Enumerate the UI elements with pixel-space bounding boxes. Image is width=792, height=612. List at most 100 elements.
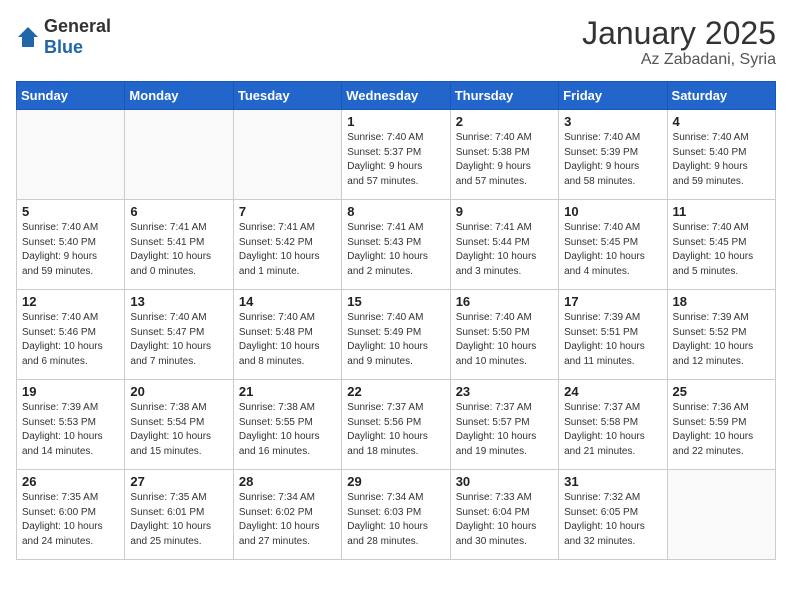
- week-row: 1Sunrise: 7:40 AM Sunset: 5:37 PM Daylig…: [17, 110, 776, 200]
- calendar-cell: 5 Sunrise: 7:40 AM Sunset: 5:40 PM Daylig…: [17, 200, 125, 290]
- day-info: Sunrise: 7:40 AM Sunset: 5:46 PM Dayligh…: [22, 311, 119, 369]
- day-of-week-header: Monday: [125, 82, 233, 110]
- calendar-table: SundayMondayTuesdayWednesdayThursdayFrid…: [16, 81, 776, 560]
- day-number: 13: [130, 294, 227, 309]
- day-number: 22: [347, 384, 444, 399]
- day-number: 7: [239, 204, 336, 219]
- day-info: Sunrise: 7:35 AM Sunset: 6:00 PM Dayligh…: [22, 491, 119, 549]
- day-of-week-header: Wednesday: [342, 82, 450, 110]
- calendar-cell: 26 Sunrise: 7:35 AM Sunset: 6:00 PM Dayli…: [17, 470, 125, 560]
- day-number: 2: [456, 114, 553, 129]
- day-number: 10: [564, 204, 661, 219]
- day-info: Sunrise: 7:32 AM Sunset: 6:05 PM Dayligh…: [564, 491, 661, 549]
- day-info: Sunrise: 7:37 AM Sunset: 5:57 PM Dayligh…: [456, 401, 553, 459]
- logo-icon: [16, 25, 40, 49]
- calendar-cell: 14 Sunrise: 7:40 AM Sunset: 5:48 PM Dayli…: [233, 290, 341, 380]
- day-number: 6: [130, 204, 227, 219]
- calendar-cell: 7 Sunrise: 7:41 AM Sunset: 5:42 PM Daylig…: [233, 200, 341, 290]
- day-info: Sunrise: 7:40 AM Sunset: 5:37 PM Dayligh…: [347, 131, 444, 189]
- logo-blue: Blue: [44, 37, 83, 57]
- calendar-cell: [233, 110, 341, 200]
- day-of-week-header: Saturday: [667, 82, 775, 110]
- day-number: 4: [673, 114, 770, 129]
- day-number: 18: [673, 294, 770, 309]
- day-number: 28: [239, 474, 336, 489]
- calendar-cell: 29 Sunrise: 7:34 AM Sunset: 6:03 PM Dayli…: [342, 470, 450, 560]
- calendar-cell: 9 Sunrise: 7:41 AM Sunset: 5:44 PM Daylig…: [450, 200, 558, 290]
- day-number: 19: [22, 384, 119, 399]
- week-row: 5 Sunrise: 7:40 AM Sunset: 5:40 PM Daylig…: [17, 200, 776, 290]
- calendar-cell: 18 Sunrise: 7:39 AM Sunset: 5:52 PM Dayli…: [667, 290, 775, 380]
- day-info: Sunrise: 7:40 AM Sunset: 5:40 PM Dayligh…: [22, 221, 119, 279]
- calendar-title: January 2025: [582, 16, 776, 51]
- calendar-cell: 6 Sunrise: 7:41 AM Sunset: 5:41 PM Daylig…: [125, 200, 233, 290]
- day-number: 27: [130, 474, 227, 489]
- day-number: 31: [564, 474, 661, 489]
- day-number: 26: [22, 474, 119, 489]
- day-info: Sunrise: 7:34 AM Sunset: 6:02 PM Dayligh…: [239, 491, 336, 549]
- day-info: Sunrise: 7:36 AM Sunset: 5:59 PM Dayligh…: [673, 401, 770, 459]
- week-row: 12Sunrise: 7:40 AM Sunset: 5:46 PM Dayli…: [17, 290, 776, 380]
- day-info: Sunrise: 7:40 AM Sunset: 5:50 PM Dayligh…: [456, 311, 553, 369]
- day-info: Sunrise: 7:41 AM Sunset: 5:41 PM Dayligh…: [130, 221, 227, 279]
- calendar-cell: 31 Sunrise: 7:32 AM Sunset: 6:05 PM Dayli…: [559, 470, 667, 560]
- calendar-cell: 3Sunrise: 7:40 AM Sunset: 5:39 PM Daylig…: [559, 110, 667, 200]
- day-info: Sunrise: 7:37 AM Sunset: 5:58 PM Dayligh…: [564, 401, 661, 459]
- day-of-week-header: Thursday: [450, 82, 558, 110]
- day-number: 25: [673, 384, 770, 399]
- day-info: Sunrise: 7:40 AM Sunset: 5:40 PM Dayligh…: [673, 131, 770, 189]
- calendar-cell: 20 Sunrise: 7:38 AM Sunset: 5:54 PM Dayli…: [125, 380, 233, 470]
- title-section: January 2025 Az Zabadani, Syria: [582, 16, 776, 69]
- calendar-cell: 12Sunrise: 7:40 AM Sunset: 5:46 PM Dayli…: [17, 290, 125, 380]
- day-info: Sunrise: 7:40 AM Sunset: 5:38 PM Dayligh…: [456, 131, 553, 189]
- day-number: 29: [347, 474, 444, 489]
- day-of-week-header: Friday: [559, 82, 667, 110]
- day-info: Sunrise: 7:41 AM Sunset: 5:42 PM Dayligh…: [239, 221, 336, 279]
- day-number: 21: [239, 384, 336, 399]
- day-number: 5: [22, 204, 119, 219]
- calendar-cell: 2 Sunrise: 7:40 AM Sunset: 5:38 PM Daylig…: [450, 110, 558, 200]
- day-number: 20: [130, 384, 227, 399]
- day-info: Sunrise: 7:39 AM Sunset: 5:51 PM Dayligh…: [564, 311, 661, 369]
- days-of-week-row: SundayMondayTuesdayWednesdayThursdayFrid…: [17, 82, 776, 110]
- day-info: Sunrise: 7:33 AM Sunset: 6:04 PM Dayligh…: [456, 491, 553, 549]
- calendar-cell: 13Sunrise: 7:40 AM Sunset: 5:47 PM Dayli…: [125, 290, 233, 380]
- day-info: Sunrise: 7:38 AM Sunset: 5:54 PM Dayligh…: [130, 401, 227, 459]
- calendar-cell: 4 Sunrise: 7:40 AM Sunset: 5:40 PM Daylig…: [667, 110, 775, 200]
- calendar-body: 1Sunrise: 7:40 AM Sunset: 5:37 PM Daylig…: [17, 110, 776, 560]
- day-info: Sunrise: 7:40 AM Sunset: 5:45 PM Dayligh…: [564, 221, 661, 279]
- day-number: 14: [239, 294, 336, 309]
- calendar-cell: 1Sunrise: 7:40 AM Sunset: 5:37 PM Daylig…: [342, 110, 450, 200]
- day-info: Sunrise: 7:41 AM Sunset: 5:43 PM Dayligh…: [347, 221, 444, 279]
- day-info: Sunrise: 7:41 AM Sunset: 5:44 PM Dayligh…: [456, 221, 553, 279]
- day-number: 17: [564, 294, 661, 309]
- day-number: 23: [456, 384, 553, 399]
- week-row: 26 Sunrise: 7:35 AM Sunset: 6:00 PM Dayli…: [17, 470, 776, 560]
- calendar-subtitle: Az Zabadani, Syria: [582, 51, 776, 69]
- calendar-cell: [17, 110, 125, 200]
- day-number: 24: [564, 384, 661, 399]
- day-number: 15: [347, 294, 444, 309]
- day-info: Sunrise: 7:34 AM Sunset: 6:03 PM Dayligh…: [347, 491, 444, 549]
- day-info: Sunrise: 7:40 AM Sunset: 5:45 PM Dayligh…: [673, 221, 770, 279]
- calendar-cell: 11 Sunrise: 7:40 AM Sunset: 5:45 PM Dayli…: [667, 200, 775, 290]
- logo-general: General: [44, 16, 111, 36]
- calendar-cell: [667, 470, 775, 560]
- calendar-cell: 17 Sunrise: 7:39 AM Sunset: 5:51 PM Dayli…: [559, 290, 667, 380]
- calendar-cell: 22 Sunrise: 7:37 AM Sunset: 5:56 PM Dayli…: [342, 380, 450, 470]
- day-info: Sunrise: 7:40 AM Sunset: 5:49 PM Dayligh…: [347, 311, 444, 369]
- day-number: 8: [347, 204, 444, 219]
- calendar-cell: 16Sunrise: 7:40 AM Sunset: 5:50 PM Dayli…: [450, 290, 558, 380]
- day-info: Sunrise: 7:39 AM Sunset: 5:52 PM Dayligh…: [673, 311, 770, 369]
- day-info: Sunrise: 7:40 AM Sunset: 5:48 PM Dayligh…: [239, 311, 336, 369]
- day-number: 11: [673, 204, 770, 219]
- calendar-cell: 10 Sunrise: 7:40 AM Sunset: 5:45 PM Dayli…: [559, 200, 667, 290]
- day-of-week-header: Sunday: [17, 82, 125, 110]
- day-number: 9: [456, 204, 553, 219]
- day-number: 30: [456, 474, 553, 489]
- calendar-cell: 28 Sunrise: 7:34 AM Sunset: 6:02 PM Dayli…: [233, 470, 341, 560]
- calendar-cell: 25 Sunrise: 7:36 AM Sunset: 5:59 PM Dayli…: [667, 380, 775, 470]
- calendar-cell: 21Sunrise: 7:38 AM Sunset: 5:55 PM Dayli…: [233, 380, 341, 470]
- day-info: Sunrise: 7:37 AM Sunset: 5:56 PM Dayligh…: [347, 401, 444, 459]
- calendar-cell: [125, 110, 233, 200]
